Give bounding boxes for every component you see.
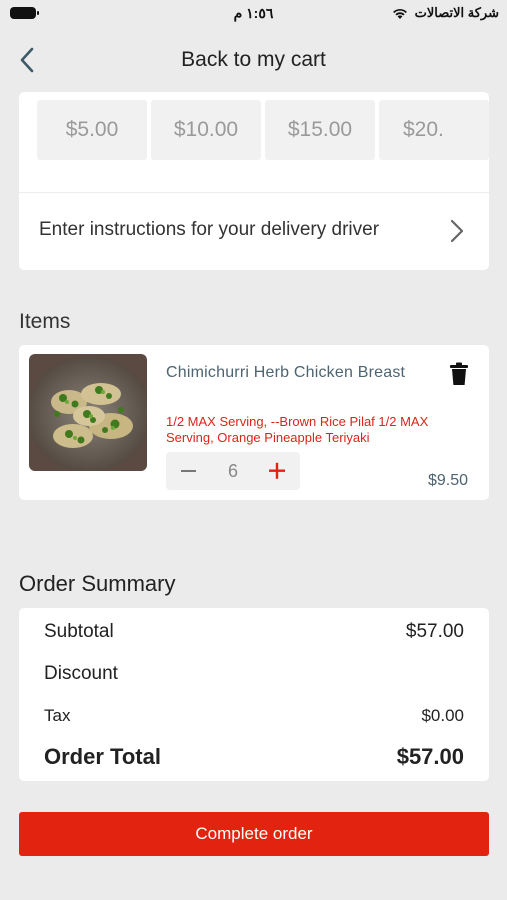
item-options: 1/2 MAX Serving, --Brown Rice Pilaf 1/2 … <box>166 414 429 445</box>
tip-card: $5.00 $10.00 $15.00 $20. Enter instructi… <box>19 92 489 270</box>
plus-icon <box>269 462 285 479</box>
subtotal-row: Subtotal $57.00 <box>44 621 464 643</box>
quantity-stepper: 6 <box>166 452 300 490</box>
carrier-name: شركة الاتصالات <box>414 5 499 20</box>
subtotal-value: $57.00 <box>405 621 464 642</box>
minus-icon <box>181 470 196 472</box>
tip-option-20[interactable]: $20. <box>379 100 489 160</box>
wifi-icon <box>392 8 407 19</box>
status-bar: ١:٥٦ م شركة الاتصالات <box>0 0 507 28</box>
nav-bar: Back to my cart <box>0 36 507 84</box>
item-image[interactable] <box>29 354 147 471</box>
order-summary-card: Subtotal $57.00 Discount Tax $0.00 Order… <box>19 608 489 781</box>
items-heading: Items <box>19 310 71 333</box>
tax-row: Tax $0.00 <box>44 706 464 726</box>
increase-quantity-button[interactable] <box>255 452 300 490</box>
order-total-row: Order Total $57.00 <box>44 744 464 770</box>
order-summary-heading: Order Summary <box>19 571 176 596</box>
discount-row: Discount <box>44 663 464 685</box>
order-total-label: Order Total <box>44 744 161 769</box>
decrease-quantity-button[interactable] <box>166 452 211 490</box>
carrier-group: شركة الاتصالات <box>391 5 499 21</box>
tip-option-15[interactable]: $15.00 <box>265 100 375 160</box>
tax-value: $0.00 <box>421 706 464 725</box>
chevron-right-icon <box>450 219 464 243</box>
page-title: Back to my cart <box>181 48 326 71</box>
tip-options: $5.00 $10.00 $15.00 $20. <box>37 100 489 160</box>
order-total-value: $57.00 <box>396 744 464 769</box>
tip-option-10[interactable]: $10.00 <box>151 100 261 160</box>
discount-label: Discount <box>44 663 118 684</box>
item-name[interactable]: Chimichurri Herb Chicken Breast <box>166 364 405 382</box>
tip-option-5[interactable]: $5.00 <box>37 100 147 160</box>
item-price: $9.50 <box>427 472 468 489</box>
delivery-instructions-label: Enter instructions for your delivery dri… <box>39 219 380 240</box>
chicken-dish-photo <box>29 354 147 471</box>
cart-item: Chimichurri Herb Chicken Breast 1/2 MAX … <box>19 345 489 500</box>
complete-order-button[interactable]: Complete order <box>19 812 489 856</box>
tax-label: Tax <box>44 706 71 725</box>
trash-icon[interactable] <box>449 362 469 386</box>
delivery-instructions-row[interactable]: Enter instructions for your delivery dri… <box>19 193 489 270</box>
subtotal-label: Subtotal <box>44 621 114 642</box>
quantity-value: 6 <box>227 461 238 481</box>
